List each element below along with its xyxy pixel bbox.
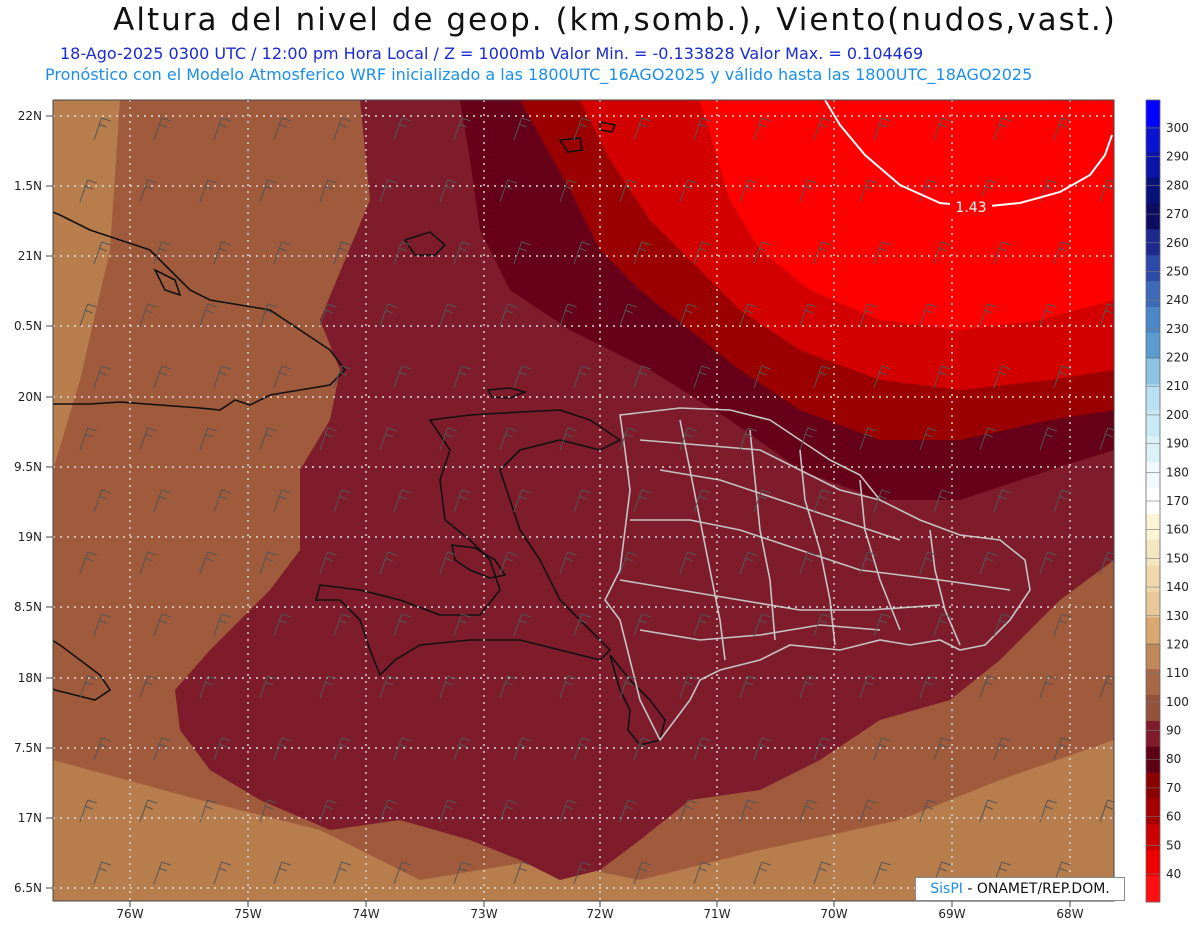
colorbar-swatch [1146, 384, 1160, 411]
colorbar-swatch [1146, 591, 1160, 618]
lon-label: 73W [470, 907, 497, 921]
latitude-labels: 22N 1.5N 21N 0.5N 20N 9.5N 19N 8.5N 18N 7.5N 17N 6.… [14, 109, 53, 895]
colorbar-label: 150 [1166, 551, 1189, 565]
lat-label: 8.5N [14, 600, 42, 614]
wind-barb [1113, 510, 1114, 513]
colorbar-label: 220 [1166, 351, 1189, 365]
colorbar-label: 90 [1166, 724, 1181, 738]
colorbar-swatch [1146, 177, 1160, 204]
colorbar-swatch [1146, 255, 1160, 282]
colorbar-swatch [1146, 720, 1160, 748]
colorbar-label: 40 [1166, 867, 1181, 881]
colorbar-label: 160 [1166, 523, 1189, 537]
plot-area: 1.43 [53, 100, 1114, 901]
forecast-map: 1.43 22N 1.5N 21N 0.5N 20N 9.5N 19N 8.5N 18N 7.5N… [14, 99, 1189, 921]
lon-label: 70W [820, 907, 847, 921]
colorbar-label: 230 [1166, 322, 1189, 336]
colorbar-label: 180 [1166, 465, 1189, 479]
lat-label: 9.5N [14, 460, 42, 474]
colorbar-swatch [1146, 798, 1160, 825]
colorbar-label: 130 [1166, 609, 1189, 623]
contour-label: 1.43 [955, 200, 986, 216]
colorbar-swatch [1146, 332, 1160, 360]
colorbar-label: 50 [1166, 838, 1181, 852]
colorbar-swatch [1146, 539, 1160, 567]
wind-barb [1113, 758, 1114, 761]
colorbar-label: 110 [1166, 666, 1189, 680]
colorbar-swatch [1146, 746, 1160, 774]
wind-barb [1113, 386, 1114, 389]
colorbar-label: 300 [1166, 121, 1189, 135]
colorbar-swatch [1146, 513, 1160, 541]
colorbar-label: 280 [1166, 178, 1189, 192]
lat-label: 7.5N [14, 741, 42, 755]
colorbar-label: 260 [1166, 236, 1189, 250]
colorbar-swatch [1146, 203, 1160, 230]
colorbar-swatch [1146, 565, 1160, 593]
colorbar-label: 120 [1166, 637, 1189, 651]
credit-box: SisPI - ONAMET/REP.DOM. [915, 877, 1125, 901]
lat-label: 22N [18, 109, 42, 123]
colorbar-label: 170 [1166, 494, 1189, 508]
colorbar-swatch [1146, 358, 1160, 386]
colorbar-swatch [1146, 643, 1160, 670]
colorbar-label: 240 [1166, 293, 1189, 307]
colorbar-label: 140 [1166, 580, 1189, 594]
colorbar-swatch [1146, 436, 1160, 463]
colorbar-label: 200 [1166, 408, 1189, 422]
lat-label: 18N [18, 671, 42, 685]
longitude-labels: 76W 75W 74W 73W 72W 71W 70W 69W 68W [116, 901, 1084, 921]
colorbar-swatch [1146, 281, 1160, 308]
colorbar-label: 250 [1166, 264, 1189, 278]
colorbar-swatch [1146, 462, 1160, 489]
colorbar-label: 60 [1166, 810, 1181, 824]
wind-barb [1113, 138, 1114, 141]
wind-barb [1113, 262, 1114, 265]
colorbar-label: 100 [1166, 695, 1189, 709]
colorbar-swatch [1146, 100, 1160, 127]
colorbar-swatch [1146, 151, 1160, 179]
lat-label: 6.5N [14, 881, 42, 895]
colorbar-label: 70 [1166, 781, 1181, 795]
colorbar-swatch [1146, 125, 1160, 153]
colorbar-label: 210 [1166, 379, 1189, 393]
colorbar-swatch [1146, 772, 1160, 800]
colorbar-swatch [1146, 410, 1160, 437]
lat-label: 0.5N [14, 319, 42, 333]
colorbar-swatch [1146, 876, 1160, 903]
colorbar-label: 270 [1166, 207, 1189, 221]
lat-label: 17N [18, 811, 42, 825]
lat-label: 20N [18, 390, 42, 404]
colorbar-swatch [1146, 695, 1160, 722]
lat-label: 21N [18, 249, 42, 263]
lat-label: 1.5N [14, 179, 42, 193]
colorbar-label: 190 [1166, 437, 1189, 451]
colorbar-swatch [1146, 306, 1160, 334]
lon-label: 68W [1056, 907, 1083, 921]
lon-label: 71W [703, 907, 730, 921]
credit-text: - ONAMET/REP.DOM. [967, 881, 1110, 897]
colorbar-label: 290 [1166, 150, 1189, 164]
wind-barb [1113, 634, 1114, 637]
lon-label: 74W [352, 907, 379, 921]
lon-label: 69W [938, 907, 965, 921]
lat-label: 19N [18, 530, 42, 544]
colorbar-swatch [1146, 617, 1160, 644]
sispi-brand: SisPI [930, 881, 963, 897]
lon-label: 75W [234, 907, 261, 921]
colorbar-swatch [1146, 824, 1160, 851]
lon-label: 72W [586, 907, 613, 921]
lon-label: 76W [116, 907, 143, 921]
colorbar-label: 80 [1166, 752, 1181, 766]
colorbar-swatch [1146, 850, 1160, 877]
